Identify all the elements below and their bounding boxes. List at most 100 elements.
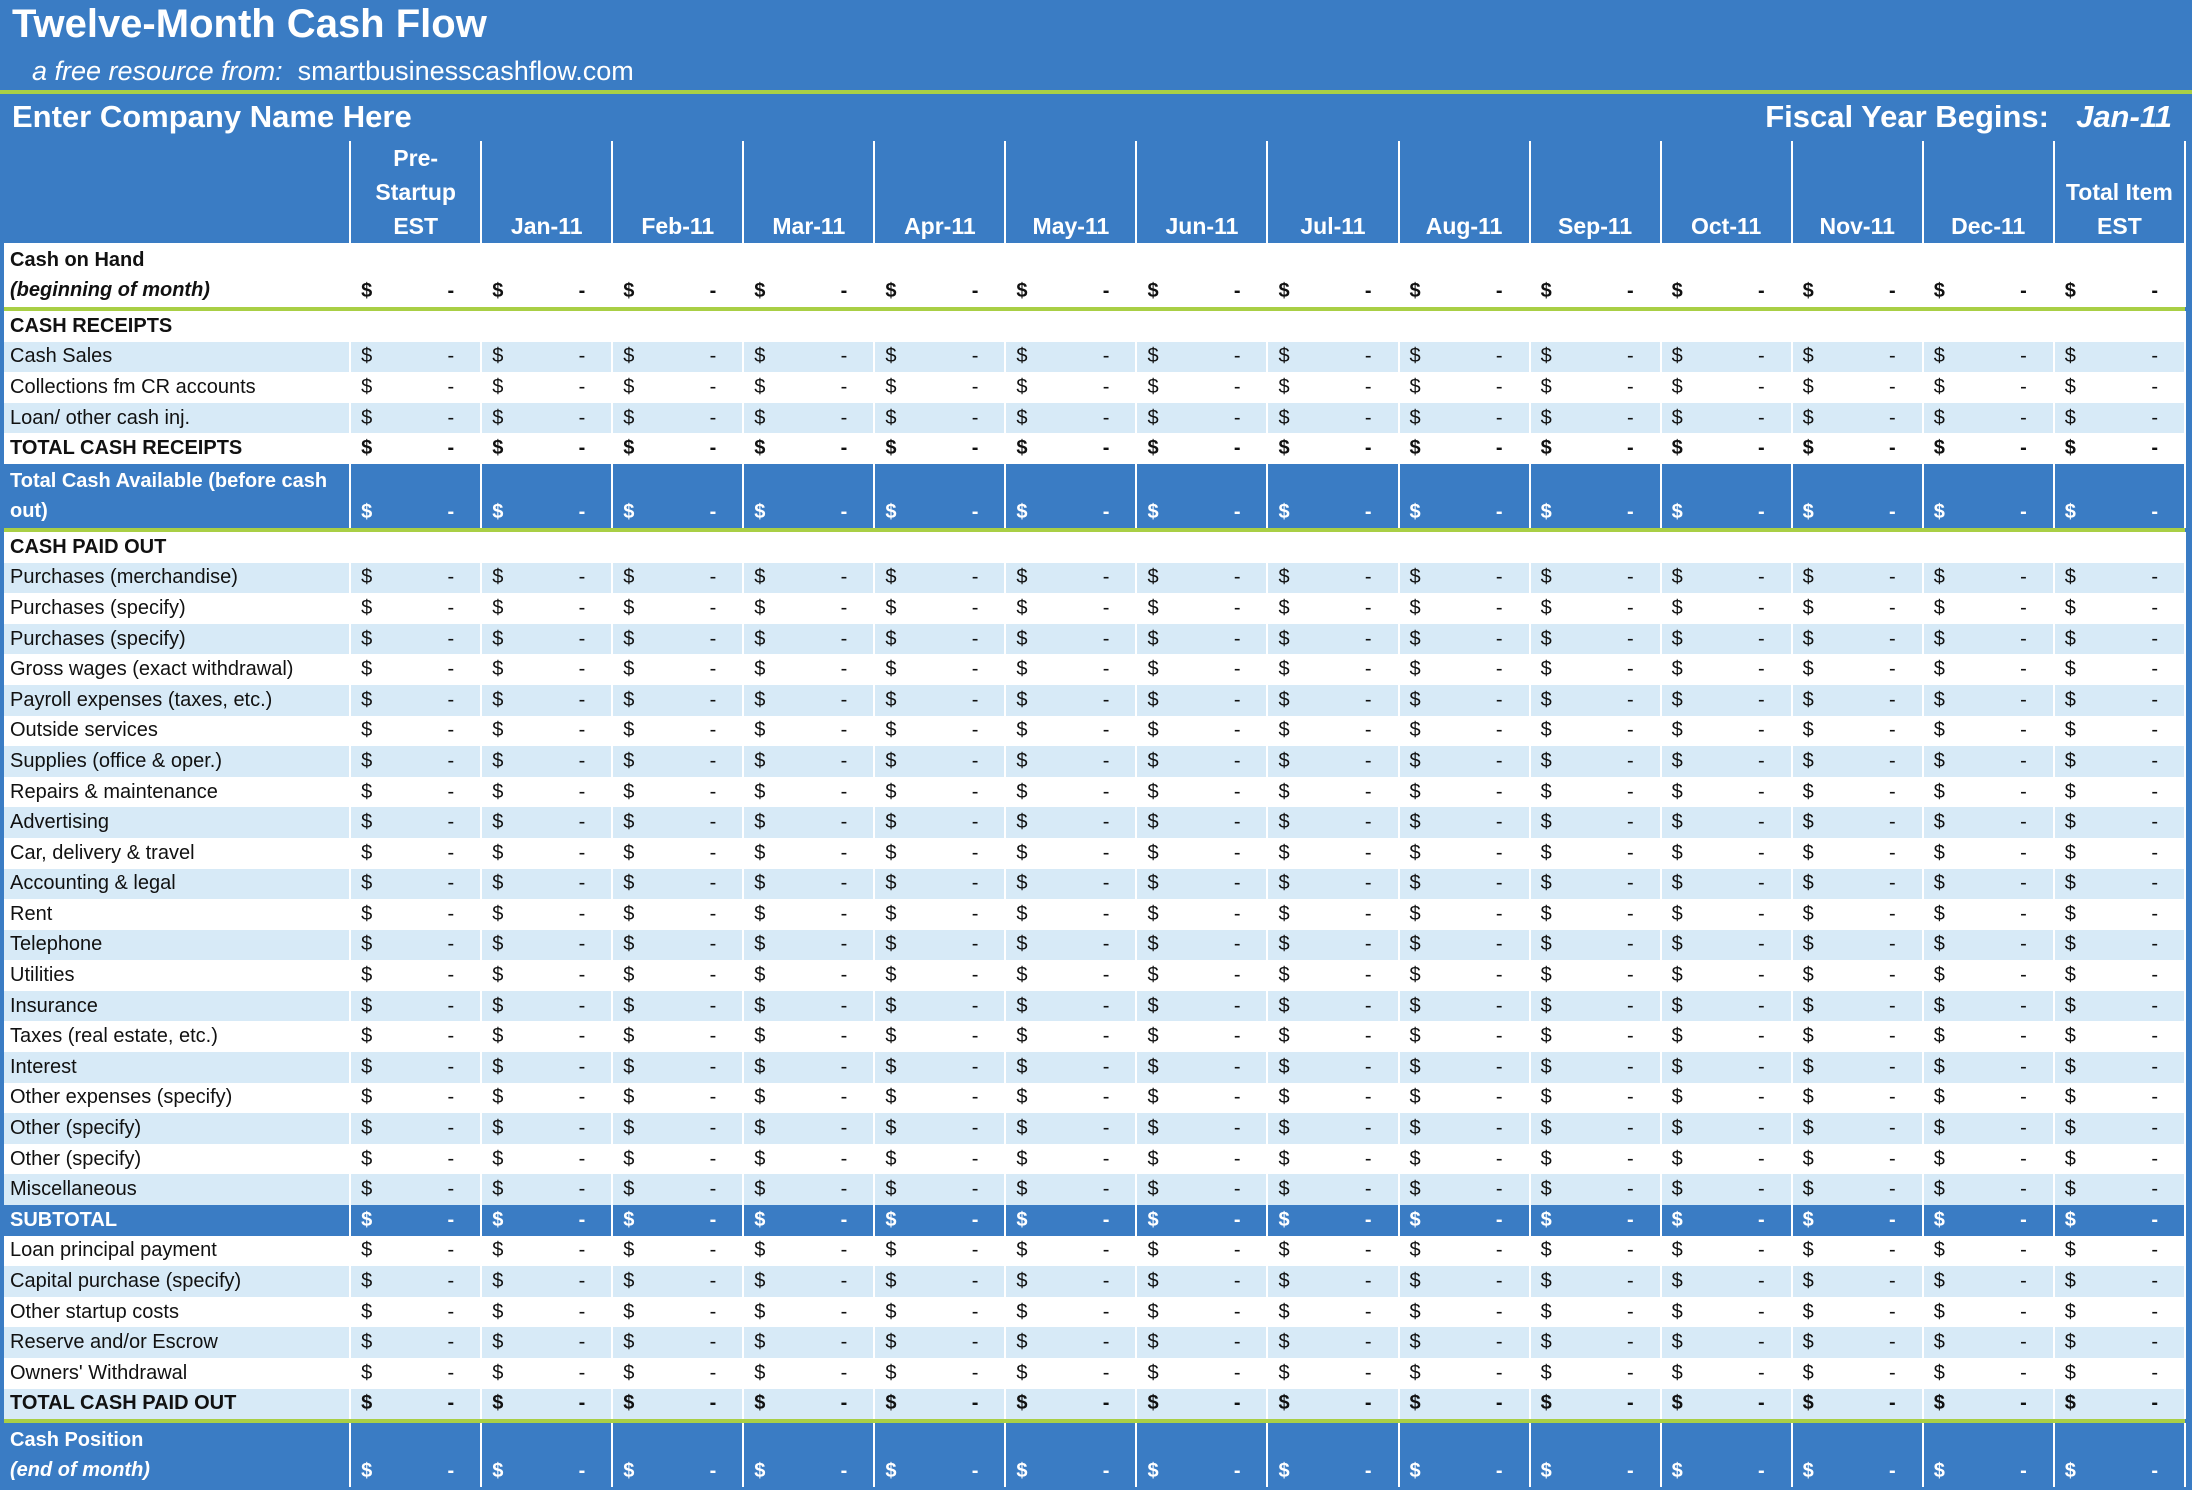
value-cell[interactable]: $ - <box>1398 1205 1531 1236</box>
value-cell[interactable]: $ - <box>481 868 614 900</box>
value-cell[interactable]: $ - <box>481 243 614 307</box>
value-cell[interactable]: $ - <box>1398 715 1531 747</box>
value-cell[interactable]: $ - <box>743 341 876 373</box>
value-cell[interactable]: $ - <box>1136 1052 1269 1083</box>
value-cell[interactable]: $ - <box>1922 746 2055 777</box>
value-cell[interactable]: $ - <box>1529 868 1662 900</box>
value-cell[interactable]: $ - <box>1922 868 2055 900</box>
value-cell[interactable]: $ - <box>1660 1113 1793 1144</box>
value-cell[interactable]: $ - <box>1791 1235 1924 1267</box>
value-cell[interactable]: $ - <box>1791 837 1924 869</box>
value-cell[interactable]: $ - <box>1660 1266 1793 1297</box>
value-cell[interactable]: $ - <box>1922 623 2055 655</box>
value-cell[interactable]: $ - <box>1267 1266 1400 1297</box>
value-cell[interactable]: $ - <box>874 341 1007 373</box>
value-cell[interactable]: $ - <box>1660 623 1793 655</box>
value-cell[interactable]: $ - <box>1005 433 1138 464</box>
value-cell[interactable]: $ - <box>1136 1296 1269 1328</box>
value-cell[interactable]: $ - <box>350 1358 483 1389</box>
value-cell[interactable]: $ - <box>1267 341 1400 373</box>
value-cell[interactable]: $ - <box>1005 562 1138 594</box>
value-cell[interactable]: $ - <box>874 960 1007 991</box>
value-cell[interactable]: $ - <box>1136 807 1269 838</box>
value-cell[interactable]: $ - <box>1922 1296 2055 1328</box>
value-cell[interactable]: $ - <box>743 807 876 838</box>
value-cell[interactable]: $ - <box>1398 1052 1531 1083</box>
value-cell[interactable]: $ - <box>1136 654 1269 685</box>
value-cell[interactable]: $ - <box>2053 746 2187 777</box>
value-cell[interactable]: $ - <box>874 929 1007 961</box>
value-cell[interactable]: $ - <box>743 593 876 624</box>
value-cell[interactable]: $ - <box>481 807 614 838</box>
value-cell[interactable]: $ - <box>1922 1266 2055 1297</box>
value-cell[interactable]: $ - <box>1529 463 1662 528</box>
value-cell[interactable]: $ - <box>481 960 614 991</box>
value-cell[interactable]: $ - <box>2053 463 2187 528</box>
value-cell[interactable]: $ - <box>1791 807 1924 838</box>
value-cell[interactable]: $ - <box>1267 562 1400 594</box>
value-cell[interactable]: $ - <box>874 402 1007 434</box>
value-cell[interactable]: $ - <box>2053 776 2187 808</box>
value-cell[interactable]: $ - <box>1922 684 2055 716</box>
value-cell[interactable]: $ - <box>1529 593 1662 624</box>
value-cell[interactable]: $ - <box>874 990 1007 1022</box>
value-cell[interactable]: $ - <box>874 623 1007 655</box>
value-cell[interactable]: $ - <box>350 899 483 930</box>
value-cell[interactable]: $ - <box>612 623 745 655</box>
value-cell[interactable]: $ - <box>612 1052 745 1083</box>
value-cell[interactable]: $ - <box>1660 684 1793 716</box>
value-cell[interactable]: $ - <box>1398 433 1531 464</box>
value-cell[interactable]: $ - <box>743 776 876 808</box>
value-cell[interactable]: $ - <box>1136 960 1269 991</box>
value-cell[interactable]: $ - <box>1267 463 1400 528</box>
value-cell[interactable]: $ - <box>1529 1296 1662 1328</box>
value-cell[interactable]: $ - <box>1136 1327 1269 1358</box>
value-cell[interactable]: $ - <box>1791 1327 1924 1358</box>
value-cell[interactable]: $ - <box>874 715 1007 747</box>
value-cell[interactable]: $ - <box>612 746 745 777</box>
value-cell[interactable]: $ - <box>481 1327 614 1358</box>
value-cell[interactable]: $ - <box>1660 1021 1793 1053</box>
value-cell[interactable]: $ - <box>1005 463 1138 528</box>
value-cell[interactable]: $ - <box>1267 746 1400 777</box>
value-cell[interactable]: $ - <box>1398 1235 1531 1267</box>
value-cell[interactable]: $ - <box>1660 1358 1793 1389</box>
value-cell[interactable]: $ - <box>874 807 1007 838</box>
value-cell[interactable]: $ - <box>612 463 745 528</box>
value-cell[interactable]: $ - <box>1529 807 1662 838</box>
value-cell[interactable]: $ - <box>1398 807 1531 838</box>
value-cell[interactable]: $ - <box>1922 1021 2055 1053</box>
value-cell[interactable]: $ - <box>350 990 483 1022</box>
value-cell[interactable]: $ - <box>1398 929 1531 961</box>
value-cell[interactable]: $ - <box>1136 1143 1269 1175</box>
value-cell[interactable]: $ - <box>1922 1327 2055 1358</box>
value-cell[interactable]: $ - <box>1005 746 1138 777</box>
value-cell[interactable]: $ - <box>1791 1082 1924 1114</box>
value-cell[interactable]: $ - <box>1005 776 1138 808</box>
value-cell[interactable]: $ - <box>1660 837 1793 869</box>
value-cell[interactable]: $ - <box>350 243 483 307</box>
value-cell[interactable]: $ - <box>2053 593 2187 624</box>
value-cell[interactable]: $ - <box>350 433 483 464</box>
value-cell[interactable]: $ - <box>874 837 1007 869</box>
value-cell[interactable]: $ - <box>743 243 876 307</box>
value-cell[interactable]: $ - <box>1660 807 1793 838</box>
value-cell[interactable]: $ - <box>350 1327 483 1358</box>
value-cell[interactable]: $ - <box>1660 868 1793 900</box>
value-cell[interactable]: $ - <box>1660 1235 1793 1267</box>
value-cell[interactable]: $ - <box>1660 463 1793 528</box>
value-cell[interactable]: $ - <box>1922 1143 2055 1175</box>
value-cell[interactable]: $ - <box>2053 899 2187 930</box>
value-cell[interactable]: $ - <box>481 684 614 716</box>
value-cell[interactable]: $ - <box>1529 654 1662 685</box>
value-cell[interactable]: $ - <box>1267 433 1400 464</box>
value-cell[interactable]: $ - <box>481 654 614 685</box>
value-cell[interactable]: $ - <box>874 593 1007 624</box>
value-cell[interactable]: $ - <box>350 402 483 434</box>
value-cell[interactable]: $ - <box>1398 1423 1531 1488</box>
value-cell[interactable]: $ - <box>743 623 876 655</box>
value-cell[interactable]: $ - <box>1398 562 1531 594</box>
value-cell[interactable]: $ - <box>1136 402 1269 434</box>
value-cell[interactable]: $ - <box>612 1423 745 1488</box>
value-cell[interactable]: $ - <box>1267 1388 1400 1420</box>
